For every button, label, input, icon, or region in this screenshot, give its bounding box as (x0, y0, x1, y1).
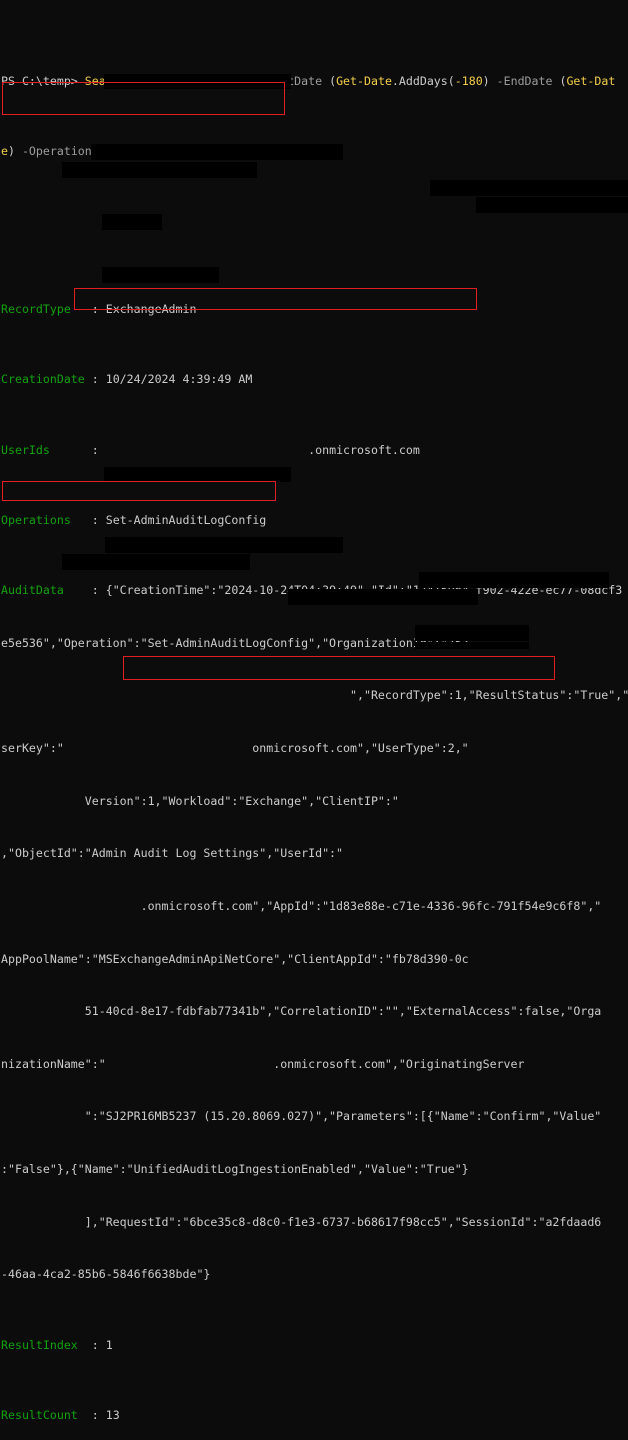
parameters-highlight-box-2 (123, 656, 555, 680)
startdate-adddays: .AddDays( (391, 74, 455, 89)
redaction-bar-userkey-2 (62, 554, 250, 570)
label-operations: Operations (1, 512, 71, 527)
record1-userids-value: .onmicrosoft.com (308, 442, 420, 457)
record1-auditdata-line-13: ],"RequestId":"6bce35c8-d8c0-f1e3-6737-b… (1, 1214, 602, 1229)
record1-auditdata-line-10: nizationName":" .onmicrosoft.com","Origi… (1, 1056, 525, 1071)
colon: : (91, 302, 99, 317)
prompt: PS C:\temp> (1, 74, 78, 89)
label-creationdate: CreationDate (1, 372, 85, 387)
record1-resultcount-row: ResultCount : 13 (1, 1407, 628, 1425)
label-recordtype: RecordType (1, 302, 71, 317)
colon: : (91, 372, 99, 387)
record1-userids-row: UserIds : .onmicrosoft.com (1, 442, 628, 460)
redaction-bar-orgid-2 (105, 537, 343, 553)
label-resultcount: ResultCount (1, 1407, 78, 1422)
label-resultindex: ResultIndex (1, 1337, 78, 1352)
colon: : (91, 1337, 99, 1352)
param-operations: -Operations (21, 144, 99, 159)
record1-auditdata-line-8: AppPoolName":"MSExchangeAdminApiNetCore"… (1, 951, 469, 966)
enddate-getdate-partial: Get-Dat (566, 74, 616, 89)
command-line-1: PS C:\temp> Search-UnifiedAuditLog -Star… (1, 74, 616, 89)
record1-auditdata-line-6: ,"ObjectId":"Admin Audit Log Settings","… (1, 846, 344, 861)
record1-auditdata-line-4: serKey":" onmicrosoft.com","UserType":2,… (1, 740, 469, 755)
record1-auditdata-line-3: ","RecordType":1,"ResultStatus":"True","… (1, 688, 628, 703)
colon: : (91, 442, 99, 457)
redaction-bar-userid-1a (476, 197, 628, 213)
operations-value: "Set-AdminAuditLogConfig" (105, 144, 281, 159)
operations-highlight-box-2 (2, 481, 276, 501)
param-enddate: -EndDate (496, 74, 553, 89)
record1-creationdate-value: 10/24/2024 4:39:49 AM (105, 372, 253, 387)
record1-creationdate-row: CreationDate : 10/24/2024 4:39:49 AM (1, 371, 628, 389)
startdate-days: -180 (454, 74, 483, 89)
redaction-bar-clientip-1 (430, 180, 628, 196)
record1-operations-row: Operations : Set-AdminAuditLogConfig (1, 512, 628, 530)
record1-auditdata-line-7: .onmicrosoft.com","AppId":"1d83e88e-c71e… (1, 898, 602, 913)
redaction-bar-userkey-1 (62, 162, 257, 178)
record1-auditdata-line-12: :"False"},{"Name":"UnifiedAuditLogIngest… (1, 1162, 469, 1177)
record1-operations-value: Set-AdminAuditLogConfig (105, 512, 267, 527)
redaction-bar-userids-2 (104, 467, 291, 482)
startdate-getdate: Get-Date (336, 74, 392, 89)
record1-auditdata-line-1: AuditData : {"CreationTime":"2024-10-24T… (1, 583, 623, 598)
record1-auditdata-line-9: 51-40cd-8e17-fdbfab77341b","CorrelationI… (1, 1004, 602, 1019)
cmdlet-name: Search-UnifiedAuditLog (84, 74, 239, 89)
powershell-terminal[interactable]: PS C:\temp> Search-UnifiedAuditLog -Star… (0, 0, 628, 1422)
record1-resultindex-value: 1 (105, 1337, 113, 1352)
record1-auditdata-line-5: Version":1,"Workload":"Exchange","Client… (1, 793, 399, 808)
record1-auditdata-line-14: -46aa-4ca2-85b6-5846f6638bde"} (1, 1267, 211, 1282)
command-line-2: e) -Operations "Set-AdminAuditLogConfig" (1, 144, 281, 159)
record1-resultcount-value: 13 (105, 1407, 120, 1422)
param-startdate: -StartDate (252, 74, 323, 89)
label-auditdata: AuditData (1, 583, 64, 598)
colon: : (91, 1407, 99, 1422)
record1-auditdata-line-11: ":"SJ2PR16MB5237 (15.20.8069.027)","Para… (1, 1109, 602, 1124)
record1-resultindex-row: ResultIndex : 1 (1, 1337, 628, 1355)
record1-recordtype-value: ExchangeAdmin (105, 302, 197, 317)
label-userids: UserIds (1, 442, 50, 457)
redaction-bar-orgname-1 (102, 267, 219, 283)
colon: : (91, 583, 99, 598)
record1-recordtype-row: RecordType : ExchangeAdmin (1, 301, 628, 319)
record1-auditdata-line-2: e5e536","Operation":"Set-AdminAuditLogCo… (1, 635, 469, 650)
colon: : (91, 512, 99, 527)
